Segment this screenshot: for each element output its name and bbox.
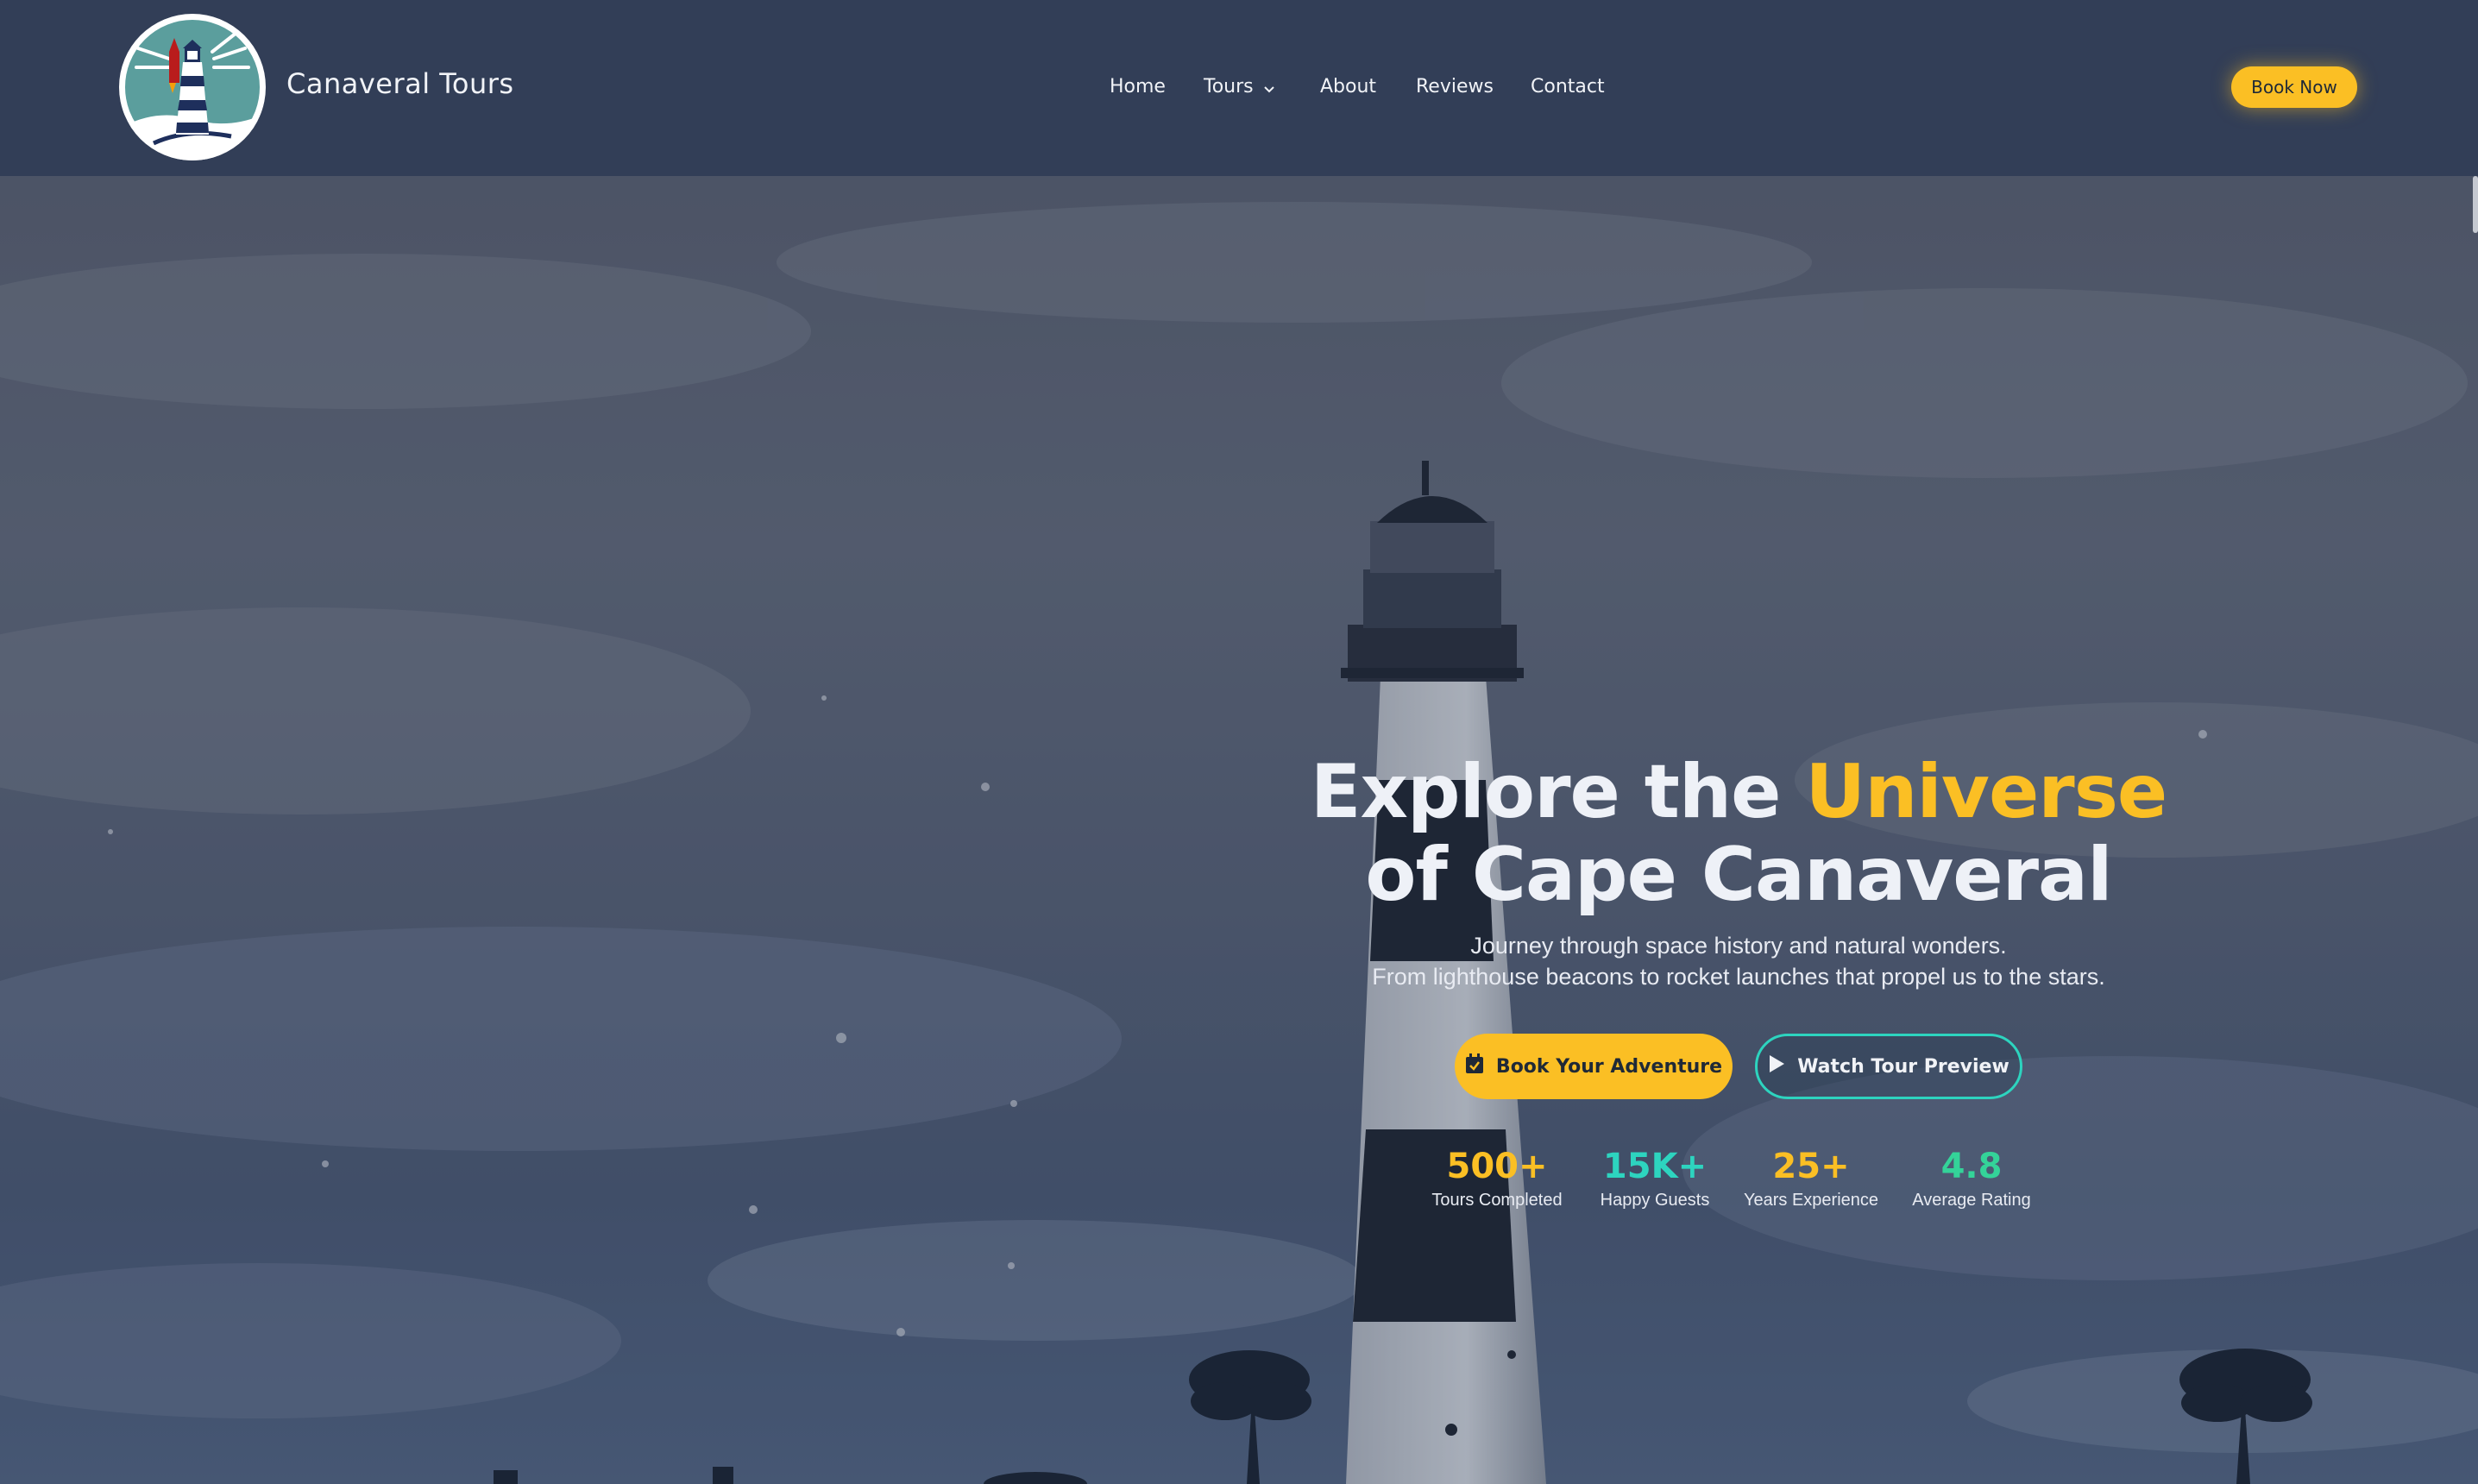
book-adventure-button[interactable]: Book Your Adventure: [1455, 1034, 1733, 1099]
chevron-down-icon: [1263, 77, 1274, 98]
stat-average-rating: 4.8 Average Rating: [1890, 1146, 2053, 1210]
brand-name[interactable]: Canaveral Tours: [286, 67, 514, 100]
lighthouse-rocket-logo-icon: [123, 18, 261, 160]
stat-label: Average Rating: [1912, 1191, 2031, 1210]
nav-item-reviews[interactable]: Reviews: [1416, 76, 1494, 97]
stat-happy-guests: 15K+ Happy Guests: [1573, 1146, 1737, 1210]
stat-label: Happy Guests: [1600, 1191, 1710, 1210]
calendar-icon: [1465, 1053, 1484, 1079]
hero-cta-row: Book Your Adventure Watch Tour Preview: [1455, 1034, 2022, 1099]
hero-content: Explore the Universe of Cape Canaveral J…: [1294, 751, 2183, 992]
hero-headline: Explore the Universe of Cape Canaveral: [1294, 751, 2183, 916]
nav-item-tours[interactable]: Tours: [1204, 76, 1274, 98]
stat-label: Years Experience: [1743, 1191, 1879, 1210]
nav-item-home[interactable]: Home: [1110, 76, 1166, 97]
stats-row: 500+ Tours Completed 15K+ Happy Guests 2…: [1415, 1146, 2053, 1215]
stat-years-experience: 25+ Years Experience: [1729, 1146, 1893, 1210]
nav-item-tours-label: Tours: [1204, 76, 1254, 97]
stat-value: 15K+: [1602, 1147, 1708, 1186]
headline-accent: Universe: [1805, 749, 2167, 835]
site-header: Canaveral Tours Home Tours About Reviews…: [0, 0, 2478, 176]
headline-prefix: Explore the: [1310, 749, 1806, 835]
stat-value: 25+: [1772, 1147, 1850, 1186]
hero-subline: Journey through space history and natura…: [1294, 930, 2183, 992]
stat-value: 4.8: [1940, 1147, 2003, 1186]
stat-tours-completed: 500+ Tours Completed: [1415, 1146, 1579, 1210]
watch-preview-label: Watch Tour Preview: [1797, 1055, 2009, 1078]
hero-subline-2: From lighthouse beacons to rocket launch…: [1372, 964, 2105, 990]
book-adventure-label: Book Your Adventure: [1495, 1055, 1723, 1078]
nav-item-about[interactable]: About: [1320, 76, 1376, 97]
hero-subline-1: Journey through space history and natura…: [1470, 933, 2007, 959]
logo[interactable]: [119, 14, 266, 160]
headline-line2: of Cape Canaveral: [1365, 832, 2112, 918]
play-icon: [1768, 1054, 1785, 1078]
scrollbar-thumb[interactable]: [2473, 176, 2478, 233]
watch-preview-button[interactable]: Watch Tour Preview: [1755, 1034, 2022, 1099]
nav-item-contact[interactable]: Contact: [1531, 76, 1605, 97]
stat-label: Tours Completed: [1431, 1191, 1563, 1210]
book-now-button[interactable]: Book Now: [2231, 66, 2357, 108]
stat-value: 500+: [1446, 1147, 1548, 1186]
